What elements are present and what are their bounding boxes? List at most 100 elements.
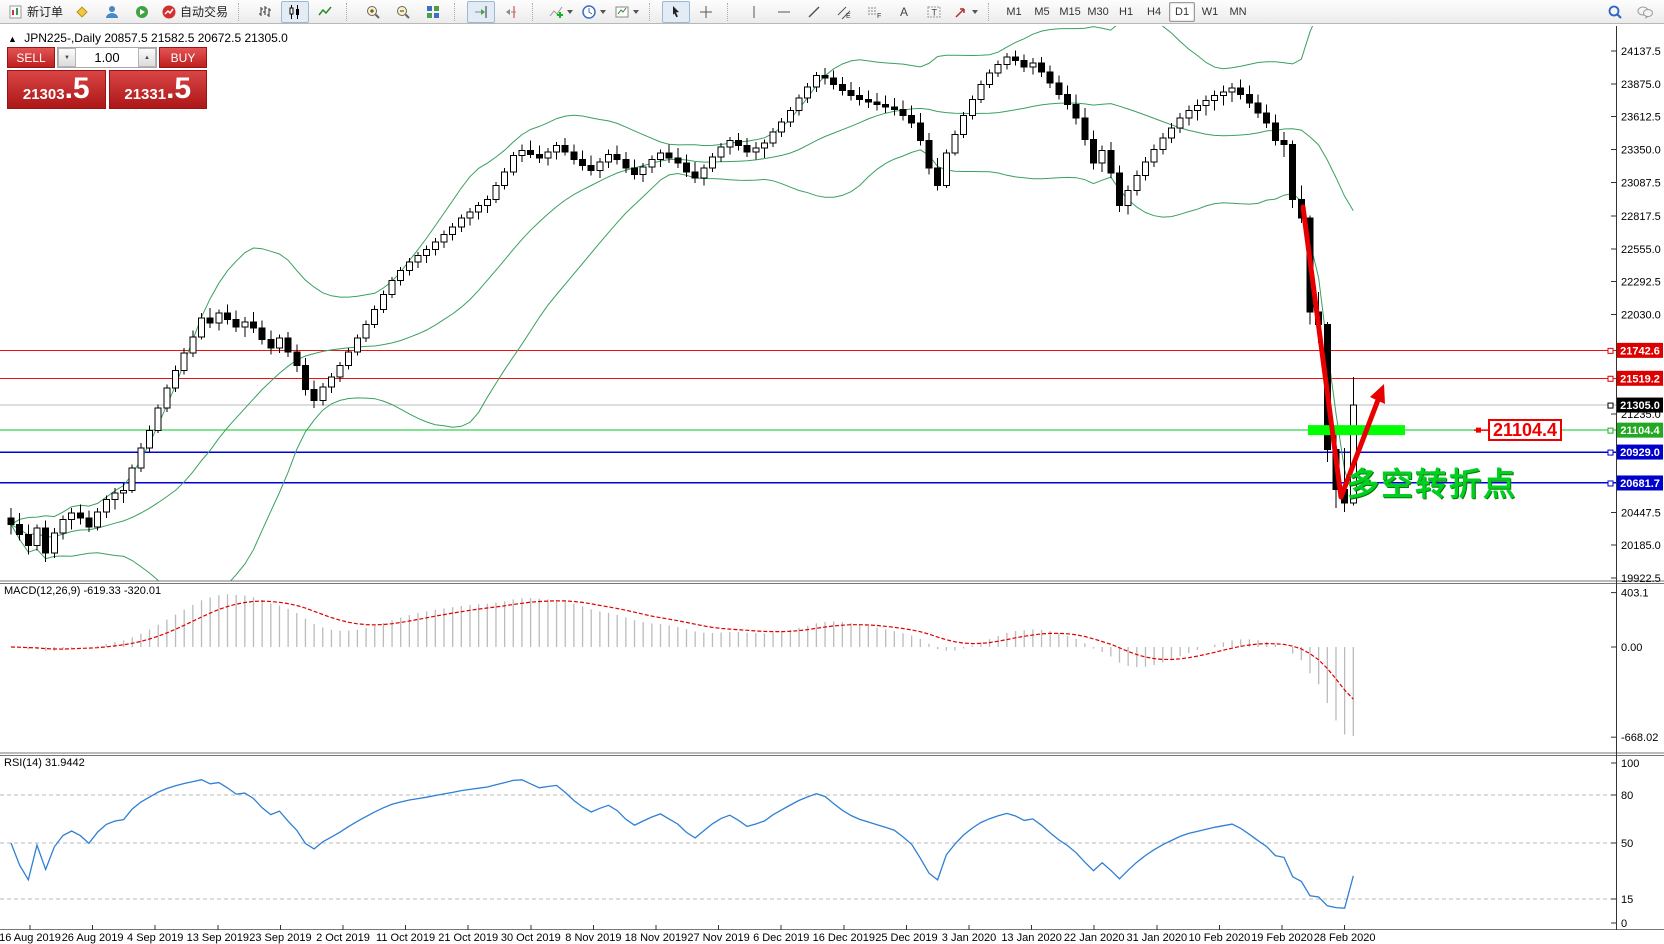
svg-text:T: T [932,7,938,17]
zoom-out-icon [395,4,411,20]
chevron-down-icon [633,10,639,14]
toolbar-separator [649,3,657,21]
tab-timeframe-M15[interactable]: M15 [1057,2,1083,22]
trendline-button[interactable] [800,1,828,23]
crosshair-icon [698,4,714,20]
chat-button[interactable] [1631,1,1659,23]
search-button[interactable] [1601,1,1629,23]
symbol-period-label: JPN225-,Daily [24,31,101,45]
vertical-line-button[interactable] [740,1,768,23]
svg-text:22030.0: 22030.0 [1621,309,1661,321]
macd-label: MACD(12,26,9) -619.33 -320.01 [4,585,161,597]
svg-text:23350.0: 23350.0 [1621,144,1661,156]
chevron-down-icon [600,10,606,14]
tile-windows-button[interactable] [419,1,447,23]
autotrading-button[interactable]: 自动交易 [158,1,231,23]
timeframe-toolbar: M1M5M15M30H1H4D1W1MN [1000,2,1252,22]
zoom-in-button[interactable] [359,1,387,23]
horizontal-line-icon [776,4,792,20]
svg-text:19922.5: 19922.5 [1621,573,1661,585]
community-button[interactable] [98,1,126,23]
text-label-button[interactable]: T [920,1,948,23]
fibonacci-button[interactable]: F [860,1,888,23]
signals-button[interactable] [128,1,156,23]
new-order-icon [8,4,24,20]
candles [8,51,1356,562]
svg-text:25 Dec 2019: 25 Dec 2019 [875,932,937,944]
channel-button[interactable]: E [830,1,858,23]
tab-timeframe-M1[interactable]: M1 [1001,2,1027,22]
ohlc-readout: 20857.5 21582.5 20672.5 21305.0 [104,31,288,45]
toolbar-separator [988,3,996,21]
auto-scroll-button[interactable] [467,1,495,23]
bollinger-bands [11,0,1353,604]
tab-timeframe-M30[interactable]: M30 [1085,2,1111,22]
svg-text:20447.5: 20447.5 [1621,507,1661,519]
vertical-line-icon [746,4,762,20]
tab-timeframe-MN[interactable]: MN [1225,2,1251,22]
svg-text:23875.0: 23875.0 [1621,79,1661,91]
macd-pane [11,594,1353,736]
svg-text:21104.4: 21104.4 [1620,425,1660,437]
arrow-object-icon [953,4,969,20]
volume-up-button[interactable]: ▲ [138,48,156,67]
search-icon [1607,4,1623,20]
volume-value[interactable]: 1.00 [76,48,138,67]
svg-text:18 Nov 2019: 18 Nov 2019 [625,932,687,944]
periods-button[interactable] [578,1,609,23]
cursor-icon [668,4,684,20]
sell-price-figure: 21303 [23,86,65,103]
tab-timeframe-H1[interactable]: H1 [1113,2,1139,22]
collapse-panel-icon[interactable]: ▲ [8,34,17,44]
svg-text:21742.6: 21742.6 [1620,345,1660,357]
arrows-button[interactable] [950,1,981,23]
support-price-annotation[interactable]: 21104.4 [1488,419,1562,441]
volume-down-button[interactable]: ▼ [58,48,76,67]
line-chart-icon [317,4,333,20]
zoom-out-button[interactable] [389,1,417,23]
horizontal-line-button[interactable] [770,1,798,23]
indicators-button[interactable] [545,1,576,23]
svg-text:100: 100 [1621,758,1639,770]
tab-timeframe-W1[interactable]: W1 [1197,2,1223,22]
sell-price-pips: .5 [65,71,90,107]
new-order-button[interactable]: 新订单 [5,1,66,23]
metaeditor-button[interactable] [68,1,96,23]
tab-timeframe-D1[interactable]: D1 [1169,2,1195,22]
svg-text:F: F [877,13,881,20]
crosshair-button[interactable] [692,1,720,23]
bar-chart-button[interactable] [251,1,279,23]
template-icon [614,4,630,20]
line-chart-button[interactable] [311,1,339,23]
cursor-button[interactable] [662,1,690,23]
turning-point-annotation[interactable]: 多空转折点 [1347,459,1517,505]
svg-text:80: 80 [1621,790,1633,802]
toolbar-separator [238,3,246,21]
text-button[interactable]: A [890,1,918,23]
tile-windows-icon [425,4,441,20]
tab-timeframe-H4[interactable]: H4 [1141,2,1167,22]
candlestick-chart-button[interactable] [281,1,309,23]
svg-text:30 Oct 2019: 30 Oct 2019 [501,932,561,944]
toolbar-separator [532,3,540,21]
new-order-label: 新订单 [27,3,63,20]
svg-text:21305.0: 21305.0 [1620,400,1660,412]
toolbar-separator [454,3,462,21]
svg-text:4 Sep 2019: 4 Sep 2019 [127,932,183,944]
tab-timeframe-M5[interactable]: M5 [1029,2,1055,22]
templates-button[interactable] [611,1,642,23]
svg-text:6 Dec 2019: 6 Dec 2019 [753,932,809,944]
chart-shift-button[interactable] [497,1,525,23]
volume-stepper: ▼ 1.00 ▲ [57,47,157,68]
svg-text:28 Feb 2020: 28 Feb 2020 [1314,932,1376,944]
svg-text:A: A [900,5,908,19]
toolbar-separator [346,3,354,21]
buy-button[interactable]: BUY [159,47,207,68]
sell-button[interactable]: SELL [7,47,55,68]
buy-price-box[interactable]: 21331 .5 [109,70,208,109]
community-icon [104,4,120,20]
auto-scroll-icon [473,4,489,20]
svg-text:16 Dec 2019: 16 Dec 2019 [813,932,875,944]
svg-text:21519.2: 21519.2 [1620,373,1660,385]
sell-price-box[interactable]: 21303 .5 [7,70,106,109]
